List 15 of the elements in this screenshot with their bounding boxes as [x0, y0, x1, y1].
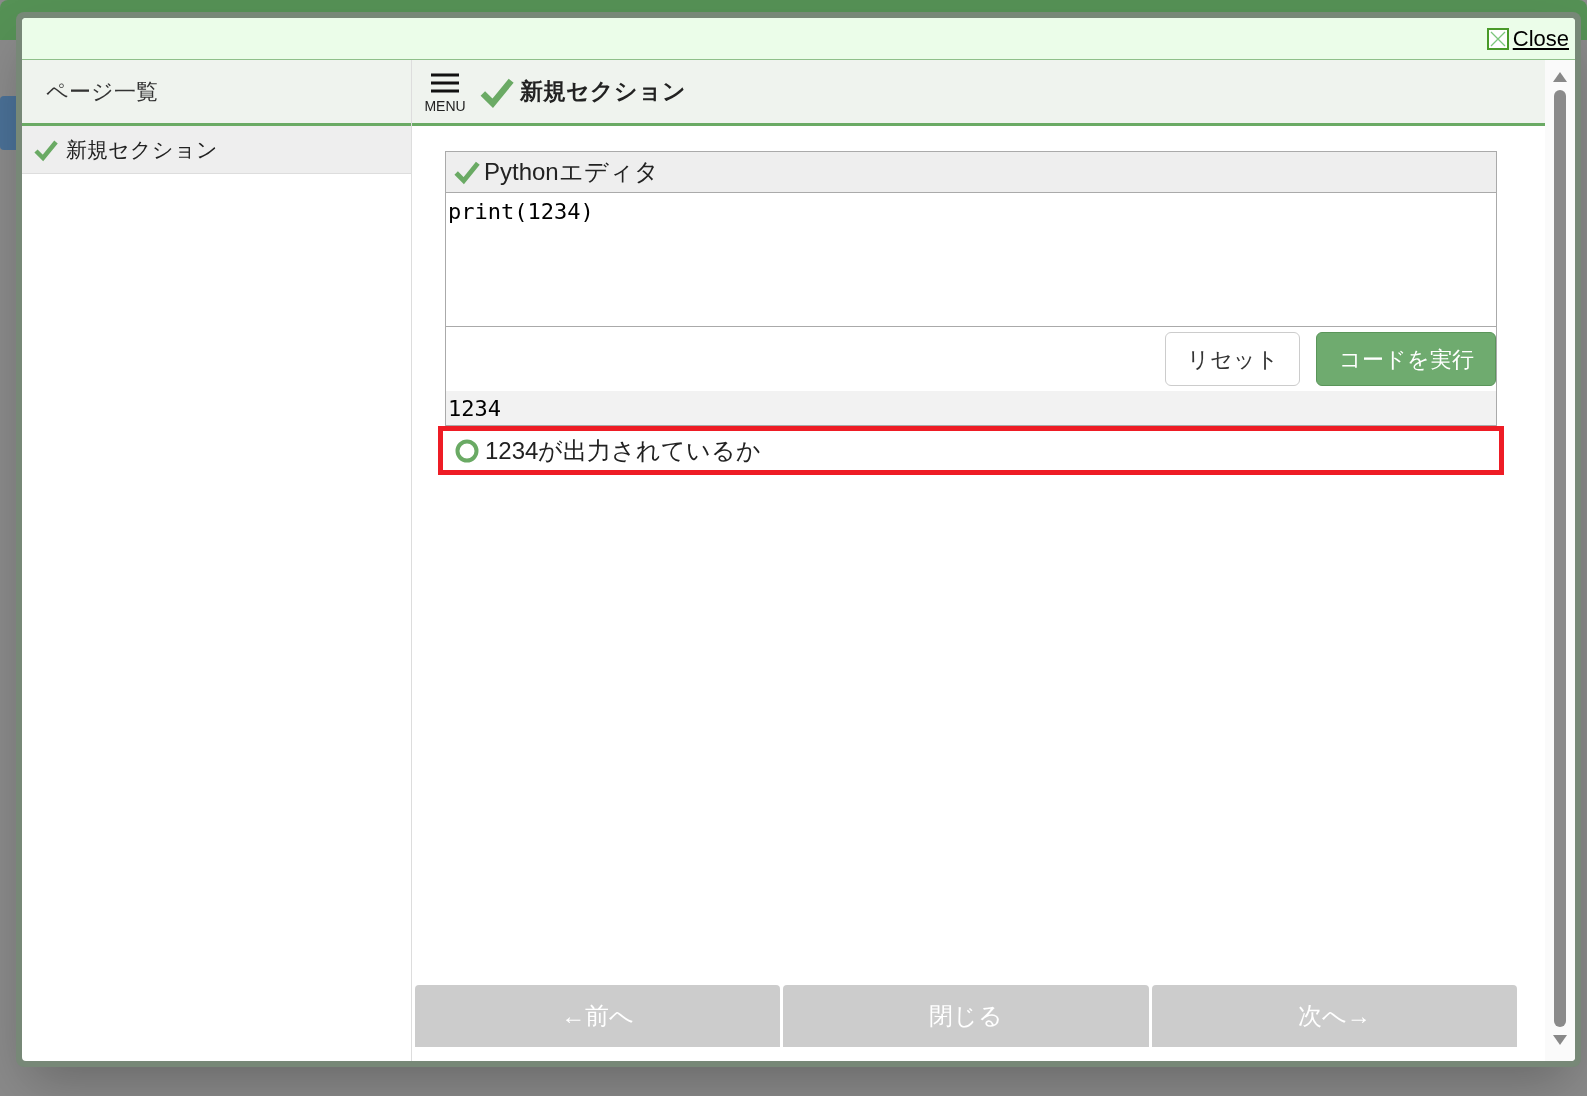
- close-icon: [1486, 27, 1509, 50]
- circle-icon: [455, 438, 479, 463]
- reset-button[interactable]: リセット: [1165, 332, 1300, 386]
- sidebar-item[interactable]: 新規セクション: [22, 126, 411, 174]
- menu-icon: [431, 72, 459, 93]
- scroll-up-icon: [1553, 72, 1567, 82]
- page-title: 新規セクション: [520, 77, 686, 107]
- output-field: 1234: [446, 391, 1496, 425]
- code-field[interactable]: print(1234): [446, 193, 1496, 327]
- close-link[interactable]: Close: [1486, 27, 1569, 50]
- scroll-down-icon: [1553, 1035, 1567, 1045]
- menu-button[interactable]: MENU: [412, 66, 478, 117]
- editor-title: Pythonエディタ: [484, 157, 659, 187]
- check-label: 1234が出力されているか: [485, 435, 762, 466]
- sidebar-title: ページ一覧: [46, 78, 158, 106]
